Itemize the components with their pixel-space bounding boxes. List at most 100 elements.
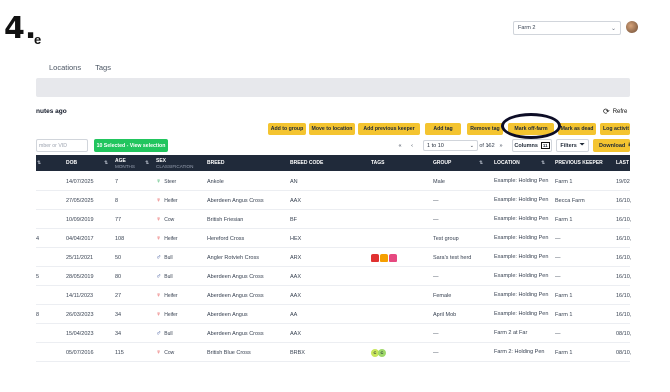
cell-age: 8: [115, 197, 119, 204]
search-bar-area[interactable]: [36, 78, 630, 97]
cell-location: Example: Holding Pen: [494, 235, 549, 242]
cell-breed: British Blue Cross: [207, 349, 251, 356]
cell-dob: 27/05/2025: [66, 197, 94, 204]
sex-label: Bull: [164, 254, 173, 261]
sort-icon[interactable]: ⇅: [104, 160, 108, 166]
cell-dob: 04/04/2017: [66, 235, 94, 242]
cell-keeper: —: [555, 235, 561, 242]
chevron-down-icon: ⌄: [610, 25, 616, 32]
cell-location: Example: Holding Pen: [494, 178, 549, 185]
mark-as-dead-button[interactable]: Mark as dead: [558, 123, 596, 135]
header-tags[interactable]: TAGS: [371, 155, 385, 171]
cell-sex: ♂ Bull: [156, 324, 173, 343]
cell-code: AN: [290, 178, 298, 185]
table-row[interactable]: 4 04/04/2017 108 ♀ Heifer Hereford Cross HEX Te…: [36, 229, 631, 248]
cell-dob: 10/09/2019: [66, 216, 94, 223]
next-page-button[interactable]: ›: [484, 140, 492, 151]
move-to-location-button[interactable]: Move to location: [309, 123, 355, 135]
cell-group: April Mob: [433, 311, 457, 318]
sex-label: Bull: [164, 330, 173, 337]
cell-breed: British Friesian: [207, 216, 244, 223]
table-row[interactable]: 25/11/2021 50 ♂ Bull Angler Rotvieh Cross ARX…: [36, 248, 631, 267]
cell-keeper: Farm 1: [555, 349, 573, 356]
header-previous-keeper[interactable]: PREVIOUS KEEPER: [555, 155, 603, 171]
sort-icon[interactable]: ⇅: [541, 160, 545, 166]
download-button[interactable]: Download ⭳: [593, 139, 630, 152]
first-page-button[interactable]: «: [396, 140, 404, 151]
refresh-button[interactable]: ⟳ Refre: [603, 107, 627, 116]
cell-dob: 05/07/2016: [66, 349, 94, 356]
sort-icon[interactable]: ⇅: [479, 160, 483, 166]
female-icon: ♀: [156, 311, 162, 318]
add-tag-button[interactable]: Add tag: [425, 123, 461, 135]
cell-group: —: [433, 197, 439, 204]
header-last[interactable]: LAST: [616, 155, 629, 171]
sex-label: Steer: [164, 178, 177, 185]
search-input[interactable]: mber or VID: [36, 139, 88, 152]
cell-group: —: [433, 330, 439, 337]
sort-icon[interactable]: ⇅: [37, 160, 41, 166]
sex-label: Bull: [164, 273, 173, 280]
table-row[interactable]: 05/07/2016 115 ♀ Cow British Blue Cross BRBX C…: [36, 343, 631, 362]
table-row[interactable]: 15/04/2023 34 ♂ Bull Aberdeen Angus Cross AAX…: [36, 324, 631, 343]
cell-location: Farm 2: Holding Pen: [494, 349, 545, 356]
header-dob[interactable]: DOB: [66, 155, 77, 171]
cell-code: AA: [290, 311, 298, 318]
cell-last: 16/10,: [616, 216, 632, 223]
cell-location: Example: Holding Pen: [494, 254, 549, 261]
header-breed[interactable]: BREED: [207, 155, 225, 171]
avatar[interactable]: [626, 21, 638, 33]
add-to-group-button[interactable]: Add to group: [268, 123, 306, 135]
cell-location: Example: Holding Pen: [494, 311, 549, 318]
page-range-label: 1 to 10: [427, 142, 444, 149]
sex-label: Heifer: [164, 292, 178, 299]
table-row[interactable]: 14/11/2023 27 ♀ Heifer Aberdeen Angus Cross A…: [36, 286, 631, 305]
cell-breed: Ankole: [207, 178, 224, 185]
cell-code: AAX: [290, 330, 302, 337]
last-page-button[interactable]: »: [497, 140, 505, 151]
cell-dob: 15/04/2023: [66, 330, 94, 337]
cell-left: 5: [36, 273, 40, 280]
cell-age: 80: [115, 273, 122, 280]
table-row[interactable]: 10/09/2019 77 ♀ Cow British Friesian BF — Examp…: [36, 210, 632, 229]
header-breed-code[interactable]: BREED CODE: [290, 155, 323, 171]
farm-select[interactable]: Farm 2 ⌄: [513, 21, 621, 35]
sex-label: Heifer: [164, 197, 178, 204]
tab-tags[interactable]: Tags: [95, 63, 111, 72]
female-icon: ♀: [156, 216, 162, 223]
tab-locations[interactable]: Locations: [49, 63, 81, 72]
remove-tag-button[interactable]: Remove tag: [467, 123, 503, 135]
columns-button[interactable]: Columns 11: [512, 139, 552, 152]
table-row[interactable]: 5 28/05/2019 80 ♂ Bull Aberdeen Angus Cross AA…: [36, 267, 631, 286]
columns-count-badge: 11: [540, 142, 550, 149]
view-selection-button[interactable]: 10 Selected - View selection: [94, 139, 168, 152]
cell-group: —: [433, 273, 439, 280]
cell-last: 16/10,: [616, 197, 632, 204]
filters-button[interactable]: Filters ⏷: [556, 139, 589, 152]
cell-code: HEX: [290, 235, 302, 242]
header-group[interactable]: GROUP: [433, 155, 451, 171]
page-size-select[interactable]: 1 to 10 ⌄: [423, 140, 478, 151]
header-sex[interactable]: SEX CLASSIFICATION: [156, 155, 193, 171]
cell-left: 4: [36, 235, 40, 242]
mark-off-farm-button[interactable]: Mark off-farm: [508, 123, 554, 135]
cell-tags: [371, 248, 398, 267]
header-location[interactable]: LOCATION: [494, 155, 520, 171]
cell-sex: ♀ Heifer: [156, 191, 178, 210]
table-row[interactable]: 27/05/2025 8 ♀ Heifer Aberdeen Angus Cross AA…: [36, 191, 632, 210]
header-age[interactable]: AGE MONTHS: [115, 155, 135, 171]
female-icon: ♀: [156, 197, 162, 204]
prev-page-button[interactable]: ‹: [408, 140, 416, 151]
sort-icon[interactable]: ⇅: [145, 160, 149, 166]
cell-code: AAX: [290, 197, 302, 204]
cell-last: 19/02: [616, 178, 630, 185]
cell-age: 115: [115, 349, 124, 356]
log-activity-button[interactable]: Log activit: [600, 123, 630, 135]
cell-sex: ♀ Steer: [156, 172, 176, 191]
cell-group: —: [433, 216, 439, 223]
cell-breed: Aberdeen Angus Cross: [207, 273, 264, 280]
add-previous-keeper-button[interactable]: Add previous keeper: [358, 123, 420, 135]
table-row[interactable]: 8 26/03/2023 34 ♀ Heifer Aberdeen Angus AA Apri…: [36, 305, 631, 324]
cell-code: AAX: [290, 292, 302, 299]
table-row[interactable]: 14/07/2025 7 ♀ Steer Ankole AN Male Example: Ho…: [36, 172, 630, 191]
